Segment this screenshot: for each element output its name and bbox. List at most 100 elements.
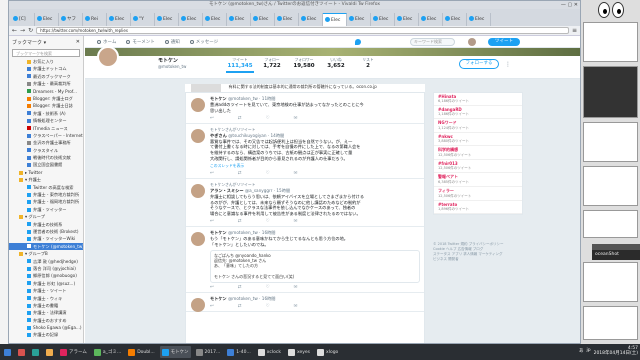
taskbar-item[interactable]: 1-40...	[225, 346, 253, 358]
retweet-icon[interactable]: ⇄	[238, 285, 242, 290]
twitter-bird-icon[interactable]	[355, 39, 361, 45]
tweet-avatar[interactable]	[191, 297, 205, 312]
tab-17[interactable]: Elec	[419, 13, 443, 26]
profile-stat[interactable]: フォロー 1,722	[258, 57, 286, 73]
bookmark-item[interactable]: Twitter の高度な検索	[9, 184, 83, 191]
bookmark-item[interactable]: 弁護士の技術系	[9, 221, 83, 228]
tweet-author[interactable]: アラン・スミシー	[210, 188, 244, 193]
reply-icon[interactable]: ↩	[210, 171, 214, 176]
profile-stat[interactable]: リスト 2	[354, 57, 382, 73]
taskbar-item[interactable]: xeyes	[286, 346, 312, 358]
desktop-window-7[interactable]	[583, 306, 638, 340]
tab-16[interactable]: Elec	[395, 13, 419, 26]
tweet-avatar[interactable]	[191, 231, 205, 246]
trend-item[interactable]: #dangaRD 1,186件のツイート	[434, 106, 522, 119]
twitter-nav-1[interactable]: モーメント	[126, 39, 155, 45]
dm-icon[interactable]: ✉	[294, 116, 298, 121]
taskbar-item[interactable]	[16, 346, 27, 358]
tweet-button[interactable]: ツイート	[488, 38, 520, 46]
bookmark-item[interactable]: 弁護 - ツイッター	[9, 206, 83, 213]
quoted-tweet[interactable]: なごばんち @nyoando_hanko 返信先: @motoken_tw さん…	[210, 249, 420, 283]
url-bar[interactable]: https://twitter.com/motoken_tw/with_repl…	[36, 27, 569, 34]
tweet[interactable]: モトケン @motoken_tw · 11時間 豊洲addのツイートを見ていて、東…	[186, 93, 424, 124]
like-icon[interactable]: ♡	[266, 116, 270, 121]
bookmark-item[interactable]: ▾ グループB	[9, 250, 83, 257]
tab-13[interactable]: Elec	[323, 13, 347, 26]
bookmark-item[interactable]: 郷原信郎 (@nobuogo)	[9, 272, 83, 279]
menu-button[interactable]: ≡	[572, 27, 577, 34]
bookmark-item[interactable]: ITmedia ニュース	[9, 125, 83, 132]
bookmark-item[interactable]: 弁護士 - 東京地方裁判所	[9, 191, 83, 198]
trend-item[interactable]: #fnir013 12,506件のツイート	[434, 160, 522, 173]
bookmark-item[interactable]: 弁護士のおすすめ	[9, 317, 83, 324]
reply-icon[interactable]: ↩	[210, 285, 214, 290]
profile-stat[interactable]: ツイート 111,345	[226, 57, 254, 73]
back-button[interactable]: ←	[12, 27, 17, 34]
reply-icon[interactable]: ↩	[210, 304, 214, 309]
reload-button[interactable]: ↻	[28, 27, 33, 34]
follow-button[interactable]: フォローする	[459, 59, 499, 69]
dm-icon[interactable]: ✉	[294, 219, 298, 224]
tab-10[interactable]: Elec	[251, 13, 275, 26]
trend-item[interactable]: 科学的構想 12,506件のツイート	[434, 146, 522, 160]
bookmark-item[interactable]: 弁護士 - ツイート	[9, 287, 83, 294]
tab-14[interactable]: Elec	[347, 13, 371, 26]
dm-icon[interactable]: ✉	[294, 304, 298, 309]
tray-indicator[interactable]: jp	[586, 348, 590, 354]
twitter-nav-2[interactable]: 通知	[164, 39, 180, 45]
bookmark-item[interactable]: Shoko Egawa (@Ega...)	[9, 324, 83, 331]
more-options-icon[interactable]: ⋮	[505, 61, 511, 68]
bookmark-item[interactable]: 弁護士の記録	[9, 331, 83, 338]
twitter-search-input[interactable]: キーワード検索	[410, 38, 455, 46]
taskbar-item[interactable]: xclock	[256, 346, 283, 358]
taskbar-item[interactable]: 2017...	[194, 346, 223, 358]
like-icon[interactable]: ♡	[266, 285, 270, 290]
bookmark-item[interactable]: 弁護 - ツイッターWiki	[9, 235, 83, 242]
tweet-author[interactable]: モトケン	[210, 96, 227, 101]
like-icon[interactable]: ♡	[266, 171, 270, 176]
trend-item[interactable]: #nkwc 3,880件のツイート	[434, 133, 522, 146]
bookmark-item[interactable]: 落合 洋司 (@yjochiai)	[9, 265, 83, 272]
desktop-window-5[interactable]	[583, 210, 638, 238]
bookmark-item[interactable]: お気に入り	[9, 58, 83, 65]
tab-6[interactable]: Elec	[155, 13, 179, 26]
profile-stat[interactable]: いいね 3,652	[322, 57, 350, 73]
window-controls[interactable]: — ▢ ✕	[561, 1, 578, 9]
bookmark-item[interactable]: ▾ グループ	[9, 213, 83, 220]
desktop-window-6[interactable]	[583, 262, 638, 302]
tab-2[interactable]: ヤフ	[59, 13, 83, 26]
desktop-window-1[interactable]	[583, 22, 638, 62]
like-icon[interactable]: ♡	[266, 219, 270, 224]
tab-11[interactable]: Elec	[275, 13, 299, 26]
tweet[interactable]: モトケン @motoken_tw · 16時間 ↩ ⇄ ♡ ✉	[186, 293, 424, 312]
tab-15[interactable]: Elec	[371, 13, 395, 26]
profile-name[interactable]: モトケン	[158, 57, 178, 64]
bookmark-item[interactable]: Blogger: 弁護士日誌	[9, 102, 83, 109]
tab-5[interactable]: "Y	[131, 13, 155, 26]
bookmark-item[interactable]: 弁護士 - 最高裁判所	[9, 80, 83, 87]
bookmark-item[interactable]: Blogger: 弁護士ログ	[9, 95, 83, 102]
bookmark-item[interactable]: クラスタイル	[9, 147, 83, 154]
tweet-avatar[interactable]	[191, 128, 205, 143]
trend-item[interactable]: 警報ベアト 6,385件のツイート	[434, 173, 522, 187]
clock[interactable]: 4:57 2018年04月14日(土)	[594, 346, 638, 356]
tab-12[interactable]: Elec	[299, 13, 323, 26]
tray-indicator[interactable]: あ	[579, 348, 584, 354]
tab-7[interactable]: Elec	[179, 13, 203, 26]
retweet-icon[interactable]: ⇄	[238, 116, 242, 121]
bookmark-item[interactable]: 戦後時代の技術文献	[9, 154, 83, 161]
twitter-nav-3[interactable]: メッセージ	[189, 39, 218, 45]
trend-item[interactable]: フィラー 12,506件のツイート	[434, 187, 522, 201]
profile-avatar[interactable]	[97, 46, 119, 68]
screenshot-popup[interactable]: oceanShot	[592, 244, 640, 260]
tab-9[interactable]: Elec	[227, 13, 251, 26]
bookmark-item[interactable]: ▾ 弁護士	[9, 176, 83, 183]
tab-3[interactable]: Rei	[83, 13, 107, 26]
trend-item[interactable]: NGワード 1,124件のツイート	[434, 119, 522, 133]
retweet-icon[interactable]: ⇄	[238, 219, 242, 224]
bookmark-item[interactable]: モトケン (@motoken_tw)	[9, 242, 83, 251]
tweet[interactable]: モトケン @motoken_tw · 16時間 もう「モトケン」のある意味かねてか…	[186, 227, 424, 293]
reply-icon[interactable]: ↩	[210, 116, 214, 121]
desktop-window-2[interactable]	[583, 66, 638, 118]
tab-0[interactable]: [C]	[11, 13, 35, 26]
